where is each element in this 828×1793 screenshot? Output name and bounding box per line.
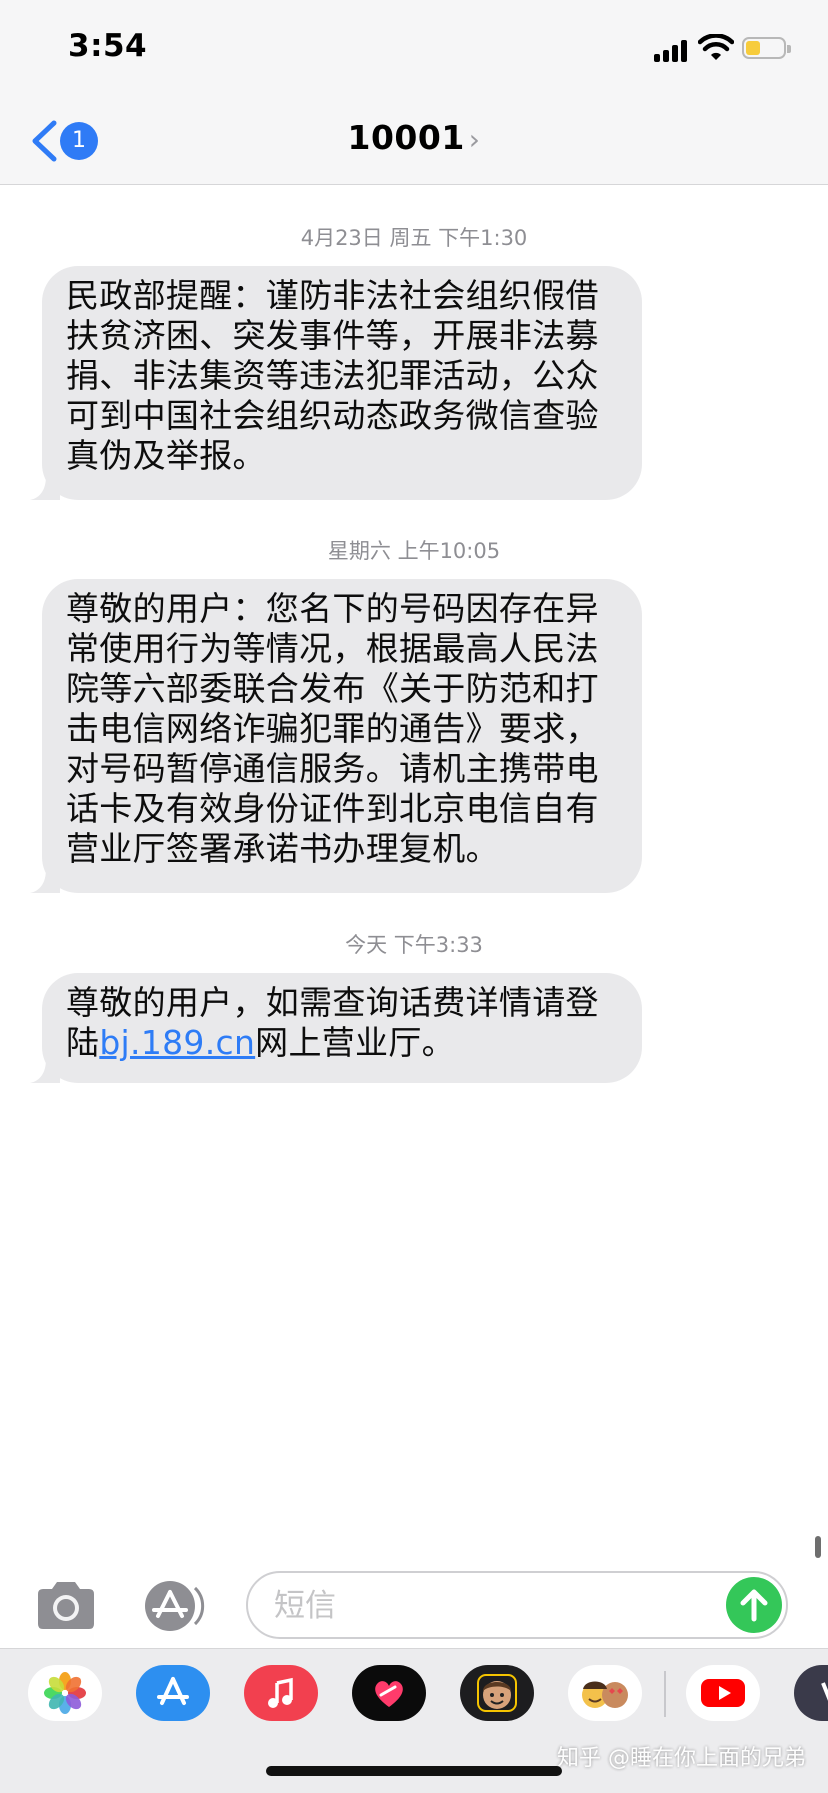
chevron-right-icon: › — [468, 123, 481, 156]
drawer-divider — [664, 1671, 666, 1717]
message-text: 民政部提醒：谨防非法社会组织假借扶贫济困、突发事件等，开展非法募捐、非法集资等违… — [66, 276, 599, 475]
youtube-icon[interactable] — [686, 1665, 760, 1721]
message-timestamp: 今天 下午3:33 — [345, 933, 483, 957]
arrow-up-icon — [740, 1589, 768, 1622]
camera-icon[interactable] — [34, 1580, 98, 1632]
navigation-header: 3:54 1 10001 › — [0, 0, 828, 185]
message-timestamp: 4月23日 周五 下午1:30 — [300, 226, 528, 250]
scrollbar[interactable] — [815, 1536, 821, 1558]
app-store-icon[interactable] — [136, 1665, 210, 1721]
contact-name: 10001 — [347, 118, 465, 157]
message-bubble[interactable]: 尊敬的用户：您名下的号码因存在异常使用行为等情况，根据最高人民法院等六部委联合发… — [30, 579, 642, 893]
cellular-signal-icon — [654, 38, 688, 62]
memoji-stickers-icon[interactable] — [568, 1665, 642, 1721]
bubble-tail — [30, 470, 60, 500]
bubble-tail — [30, 863, 60, 893]
message-composer[interactable] — [246, 1571, 788, 1639]
watermark: 知乎 @睡在你上面的兄弟 — [557, 1746, 806, 1771]
message-input[interactable] — [272, 1581, 696, 1631]
message-text-tail: 网上营业厅。 — [255, 1023, 455, 1062]
message-timestamp: 星期六 上午10:05 — [327, 539, 501, 563]
wifi-icon — [698, 34, 734, 60]
status-time: 3:54 — [68, 28, 148, 64]
more-app-icon[interactable] — [794, 1665, 828, 1721]
contact-name-button[interactable]: 10001 › — [0, 118, 828, 157]
message-link[interactable]: bj.189.cn — [99, 1023, 255, 1062]
message-text: 尊敬的用户：您名下的号码因存在异常使用行为等情况，根据最高人民法院等六部委联合发… — [66, 589, 599, 868]
battery-icon — [742, 37, 791, 59]
music-icon[interactable] — [244, 1665, 318, 1721]
home-indicator[interactable] — [266, 1766, 562, 1776]
digital-touch-icon[interactable] — [352, 1665, 426, 1721]
message-bubble[interactable]: 尊敬的用户，如需查询话费详情请登陆bj.189.cn网上营业厅。 — [30, 973, 642, 1083]
app-store-icon[interactable] — [140, 1580, 212, 1632]
send-button[interactable] — [726, 1577, 782, 1633]
memoji-icon[interactable] — [460, 1665, 534, 1721]
message-bubble[interactable]: 民政部提醒：谨防非法社会组织假借扶贫济困、突发事件等，开展非法募捐、非法集资等违… — [30, 266, 642, 500]
photos-icon[interactable] — [28, 1665, 102, 1721]
bubble-tail — [30, 1053, 60, 1083]
